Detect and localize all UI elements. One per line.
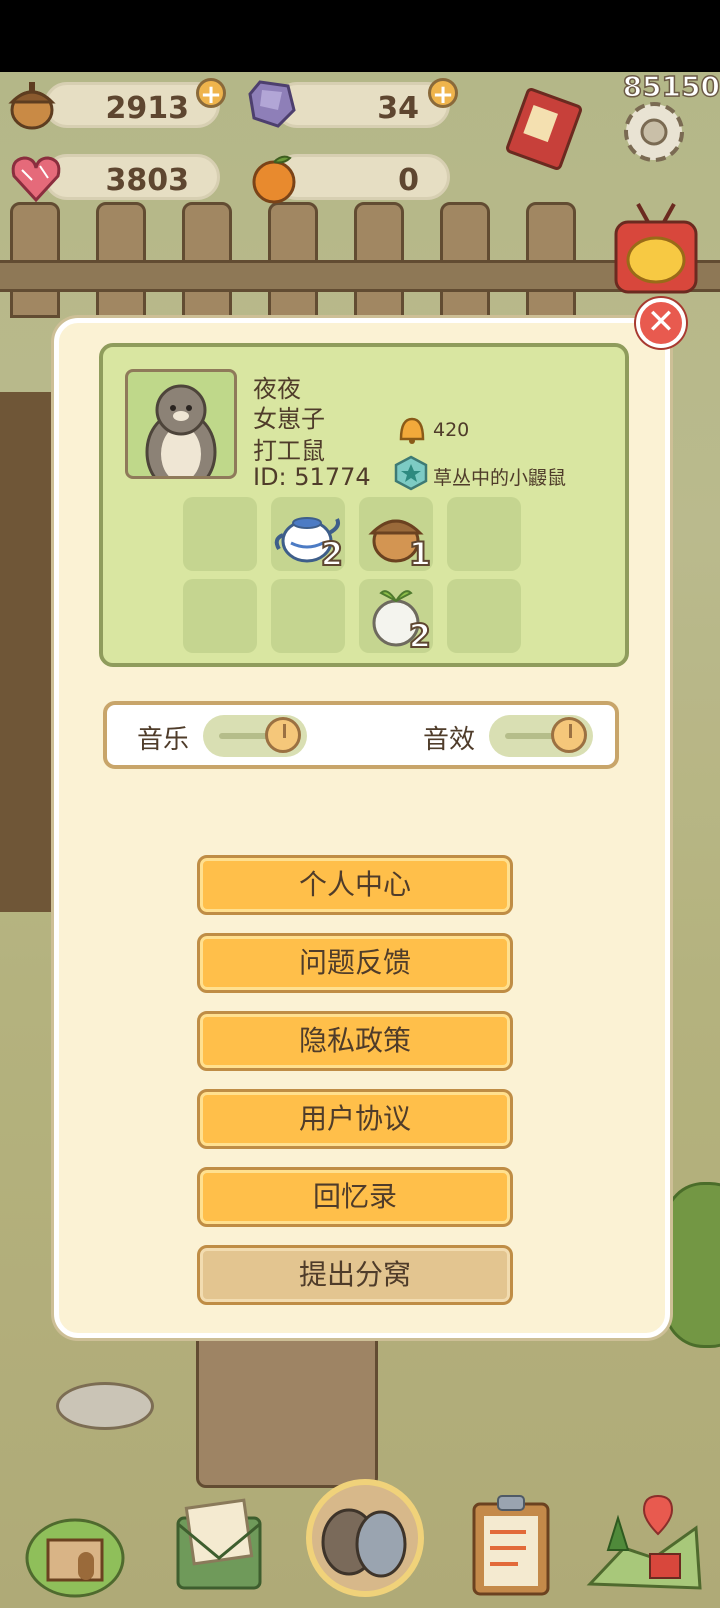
crystal-icon xyxy=(248,80,296,128)
inventory-slot[interactable]: 1 xyxy=(359,497,433,574)
avatar[interactable] xyxy=(125,369,237,479)
mail-nav-icon[interactable] xyxy=(164,1488,274,1598)
house-nav-icon[interactable] xyxy=(20,1488,130,1598)
inventory-slot[interactable] xyxy=(447,497,521,571)
crystal-count: 34 xyxy=(377,91,419,126)
item-count: 2 xyxy=(320,534,344,574)
sound-settings: 音乐 音效 xyxy=(103,701,619,769)
task-board-nav-icon[interactable] xyxy=(456,1488,566,1598)
acorn-icon xyxy=(8,82,56,130)
player-title: 女崽子 xyxy=(253,405,325,433)
feedback-button[interactable]: 问题反馈 xyxy=(197,933,513,993)
music-toggle[interactable] xyxy=(203,715,307,757)
music-label: 音乐 xyxy=(137,725,190,755)
item-count: 1 xyxy=(408,534,432,574)
bell-count: 420 xyxy=(433,419,470,441)
status-bar xyxy=(0,0,720,72)
sfx-toggle[interactable] xyxy=(489,715,593,757)
personal-center-button[interactable]: 个人中心 xyxy=(197,855,513,915)
profile-card: 夜夜 女崽子 打工鼠 ID: 51774 420 草丛中的小鼹鼠 2 1 2 xyxy=(99,343,629,667)
otter-avatar-icon xyxy=(145,384,217,476)
add-acorn-button[interactable]: + xyxy=(196,78,226,109)
player-role: 打工鼠 xyxy=(253,437,325,465)
acorn-count: 2913 xyxy=(105,91,190,126)
map-nav-icon[interactable] xyxy=(584,1488,706,1598)
settings-gear-icon[interactable] xyxy=(614,92,694,172)
orange-count: 0 xyxy=(398,163,419,198)
star-badge-icon xyxy=(394,455,428,491)
sfx-label: 音效 xyxy=(423,725,476,755)
crystal-counter: 34 xyxy=(274,82,450,128)
inventory-slot[interactable] xyxy=(447,579,521,653)
add-crystal-button[interactable]: + xyxy=(428,78,458,109)
acorn-counter: 2913 xyxy=(44,82,220,128)
memoir-button[interactable]: 回忆录 xyxy=(197,1167,513,1227)
player-id: ID: 51774 xyxy=(253,463,371,491)
inventory-slot[interactable] xyxy=(183,579,257,653)
orange-icon xyxy=(252,155,296,204)
heart-counter: 3803 xyxy=(44,154,220,200)
tv-reward-icon[interactable] xyxy=(608,200,704,300)
user-agreement-button[interactable]: 用户协议 xyxy=(197,1089,513,1149)
book-icon[interactable] xyxy=(496,86,586,176)
privacy-policy-button[interactable]: 隐私政策 xyxy=(197,1011,513,1071)
friends-nav-icon[interactable] xyxy=(305,1478,425,1598)
heart-gem-icon xyxy=(11,156,61,203)
inventory-slot[interactable]: 2 xyxy=(271,497,345,574)
inventory-slot[interactable]: 2 xyxy=(359,579,433,656)
inventory-slot[interactable] xyxy=(183,497,257,571)
heart-count: 3803 xyxy=(105,163,190,198)
settings-panel: 夜夜 女崽子 打工鼠 ID: 51774 420 草丛中的小鼹鼠 2 1 2 音… xyxy=(54,318,670,1338)
toggle-knob[interactable] xyxy=(551,717,587,753)
game-screen: 2913 + 34 + 3803 0 85150 夜夜 女崽子 打工鼠 ID: … xyxy=(0,0,720,1608)
bell-icon xyxy=(399,417,425,444)
item-count: 2 xyxy=(408,616,432,656)
inventory-slot[interactable] xyxy=(271,579,345,653)
badge-label: 草丛中的小鼹鼠 xyxy=(433,467,567,489)
close-button[interactable]: ✕ xyxy=(636,298,686,348)
leave-nest-button[interactable]: 提出分窝 xyxy=(197,1245,513,1305)
toggle-knob[interactable] xyxy=(265,717,301,753)
